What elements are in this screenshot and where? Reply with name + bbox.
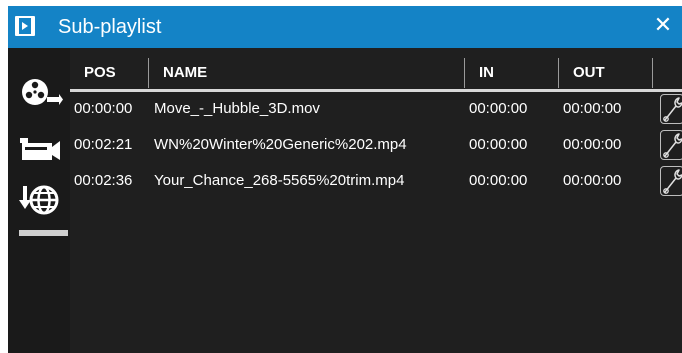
row-out: 00:00:00 bbox=[563, 136, 622, 153]
row-name: Move_-_Hubble_3D.mov bbox=[154, 100, 320, 117]
column-header-actions bbox=[653, 56, 682, 90]
row-name: Your_Chance_268-5565%20trim.mp4 bbox=[154, 172, 405, 189]
row-out: 00:00:00 bbox=[563, 100, 622, 117]
sidebar-item-film[interactable] bbox=[18, 74, 64, 110]
sidebar bbox=[8, 48, 70, 353]
globe-download-icon bbox=[19, 185, 59, 215]
row-pos: 00:02:21 bbox=[74, 136, 133, 153]
column-header-pos[interactable]: POS bbox=[70, 56, 148, 90]
row-out: 00:00:00 bbox=[563, 172, 622, 189]
close-button[interactable]: ✕ bbox=[652, 15, 674, 37]
table-header: POS NAME IN OUT bbox=[70, 56, 682, 90]
title-bar: Sub-playlist ✕ bbox=[8, 6, 682, 48]
sidebar-item-camera[interactable] bbox=[18, 130, 64, 166]
table-row[interactable]: 00:00:00 Move_-_Hubble_3D.mov 00:00:00 0… bbox=[70, 91, 682, 127]
wrench-icon bbox=[663, 169, 682, 194]
table-row[interactable]: 00:02:21 WN%20Winter%20Generic%202.mp4 0… bbox=[70, 127, 682, 163]
sidebar-selection-indicator bbox=[19, 230, 68, 236]
playlist-table: POS NAME IN OUT 00:00:00 Move_-_Hubble_3… bbox=[70, 56, 682, 353]
row-pos: 00:02:36 bbox=[74, 172, 133, 189]
column-header-in[interactable]: IN bbox=[465, 56, 558, 90]
row-edit-button[interactable] bbox=[660, 130, 682, 160]
wrench-icon bbox=[663, 97, 682, 122]
row-pos: 00:00:00 bbox=[74, 100, 133, 117]
sub-playlist-window: Sub-playlist ✕ POS NAME IN OUT 00:00:00 … bbox=[8, 6, 682, 353]
playlist-film-icon bbox=[15, 16, 35, 36]
row-in: 00:00:00 bbox=[469, 136, 528, 153]
table-row[interactable]: 00:02:36 Your_Chance_268-5565%20trim.mp4… bbox=[70, 163, 682, 199]
row-in: 00:00:00 bbox=[469, 100, 528, 117]
column-header-name[interactable]: NAME bbox=[149, 56, 464, 90]
row-edit-button[interactable] bbox=[660, 94, 682, 124]
film-reel-icon bbox=[22, 79, 63, 105]
window-title: Sub-playlist bbox=[58, 16, 162, 38]
sidebar-item-web[interactable] bbox=[18, 182, 64, 218]
video-camera-icon bbox=[20, 138, 60, 160]
row-edit-button[interactable] bbox=[660, 166, 682, 196]
row-name: WN%20Winter%20Generic%202.mp4 bbox=[154, 136, 407, 153]
wrench-icon bbox=[663, 133, 682, 158]
column-header-out[interactable]: OUT bbox=[559, 56, 652, 90]
row-in: 00:00:00 bbox=[469, 172, 528, 189]
